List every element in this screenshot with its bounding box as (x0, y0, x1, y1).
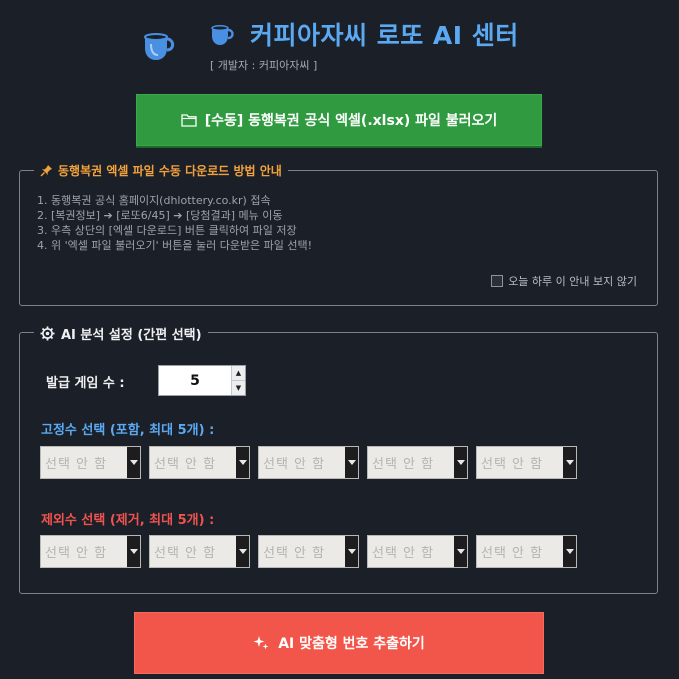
coffee-cup-icon (144, 33, 175, 60)
select-value: 선택 안 함 (154, 457, 217, 472)
select-value: 선택 안 함 (481, 546, 544, 561)
fixed-number-select[interactable]: 선택 안 함 (476, 446, 577, 479)
extract-numbers-label: AI 맞춤형 번호 추출하기 (278, 636, 425, 652)
guide-legend: 동행복권 엑셀 파일 수동 다운로드 방법 안내 (34, 162, 288, 179)
fixed-number-select[interactable]: 선택 안 함 (367, 446, 468, 479)
spin-down-button[interactable]: ▼ (232, 380, 245, 395)
select-value: 선택 안 함 (263, 546, 326, 561)
select-value: 선택 안 함 (263, 457, 326, 472)
excluded-number-select[interactable]: 선택 안 함 (476, 535, 577, 568)
chevron-down-icon[interactable] (454, 536, 467, 567)
excluded-number-select[interactable]: 선택 안 함 (258, 535, 359, 568)
settings-legend: AI 분석 설정 (간편 선택) (34, 324, 208, 343)
fixed-numbers-row: 선택 안 함 선택 안 함 선택 안 함 선택 안 함 선택 안 함 (40, 446, 585, 479)
excluded-number-select[interactable]: 선택 안 함 (149, 535, 250, 568)
hide-today-label: 오늘 하루 이 안내 보지 않기 (508, 275, 637, 288)
games-count-label: 발급 게임 수 : (46, 376, 125, 391)
download-guide-panel: 동행복권 엑셀 파일 수동 다운로드 방법 안내 1. 동행복권 공식 홈페이지… (19, 162, 658, 306)
guide-step: 2. [복권정보] ➔ [로또6/45] ➔ [당첨결과] 메뉴 이동 (37, 209, 283, 222)
gear-icon (40, 326, 55, 341)
guide-steps: 1. 동행복권 공식 홈페이지(dhlottery.co.kr) 접속 2. [… (37, 193, 312, 253)
select-value: 선택 안 함 (154, 546, 217, 561)
excluded-number-select[interactable]: 선택 안 함 (40, 535, 141, 568)
games-count-value[interactable]: 5 (159, 366, 231, 395)
chevron-down-icon[interactable] (236, 536, 249, 567)
guide-step: 4. 위 '엑셀 파일 불러오기' 버튼을 눌러 다운받은 파일 선택! (37, 239, 313, 252)
select-value: 선택 안 함 (481, 457, 544, 472)
chevron-down-icon[interactable] (236, 447, 249, 478)
chevron-down-icon[interactable] (563, 447, 576, 478)
extract-numbers-button[interactable]: AI 맞춤형 번호 추출하기 (134, 612, 544, 674)
guide-step: 3. 우측 상단의 [엑셀 다운로드] 버튼 클릭하여 파일 저장 (37, 224, 297, 237)
load-excel-label: [수동] 동행복권 공식 엑셀(.xlsx) 파일 불러오기 (204, 113, 498, 129)
chevron-down-icon[interactable] (345, 447, 358, 478)
chevron-down-icon[interactable] (127, 447, 140, 478)
developer-label: [ 개발자 : 커피아자씨 ] (210, 59, 318, 72)
load-excel-button[interactable]: [수동] 동행복권 공식 엑셀(.xlsx) 파일 불러오기 (136, 94, 542, 146)
chevron-down-icon[interactable] (345, 536, 358, 567)
select-value: 선택 안 함 (45, 546, 108, 561)
fixed-number-select[interactable]: 선택 안 함 (258, 446, 359, 479)
sparkle-icon (253, 635, 269, 651)
app-title: 커피아자씨 로또 AI 센터 (250, 21, 519, 50)
excluded-number-select[interactable]: 선택 안 함 (367, 535, 468, 568)
fixed-number-select[interactable]: 선택 안 함 (40, 446, 141, 479)
excluded-numbers-row: 선택 안 함 선택 안 함 선택 안 함 선택 안 함 선택 안 함 (40, 535, 585, 568)
coffee-cup-icon (211, 25, 234, 45)
select-value: 선택 안 함 (372, 457, 435, 472)
fixed-numbers-label: 고정수 선택 (포함, 최대 5개) : (41, 423, 215, 438)
excluded-numbers-label: 제외수 선택 (제거, 최대 5개) : (41, 513, 215, 528)
chevron-down-icon[interactable] (563, 536, 576, 567)
select-value: 선택 안 함 (45, 457, 108, 472)
chevron-down-icon[interactable] (127, 536, 140, 567)
folder-icon (181, 113, 197, 127)
header: 커피아자씨 로또 AI 센터 [ 개발자 : 커피아자씨 ] (0, 0, 679, 80)
ai-settings-panel: AI 분석 설정 (간편 선택) 발급 게임 수 : 5 ▲ ▼ 고정수 선택 … (19, 324, 658, 594)
chevron-down-icon[interactable] (454, 447, 467, 478)
pushpin-icon (40, 164, 53, 177)
guide-legend-label: 동행복권 엑셀 파일 수동 다운로드 방법 안내 (58, 164, 282, 178)
games-count-spinbox[interactable]: 5 ▲ ▼ (158, 365, 246, 396)
settings-legend-label: AI 분석 설정 (간편 선택) (61, 328, 202, 343)
fixed-number-select[interactable]: 선택 안 함 (149, 446, 250, 479)
select-value: 선택 안 함 (372, 546, 435, 561)
hide-today-checkbox[interactable]: 오늘 하루 이 안내 보지 않기 (491, 273, 637, 289)
checkbox-box[interactable] (491, 275, 504, 287)
guide-step: 1. 동행복권 공식 홈페이지(dhlottery.co.kr) 접속 (37, 194, 271, 207)
spin-up-button[interactable]: ▲ (232, 366, 245, 380)
